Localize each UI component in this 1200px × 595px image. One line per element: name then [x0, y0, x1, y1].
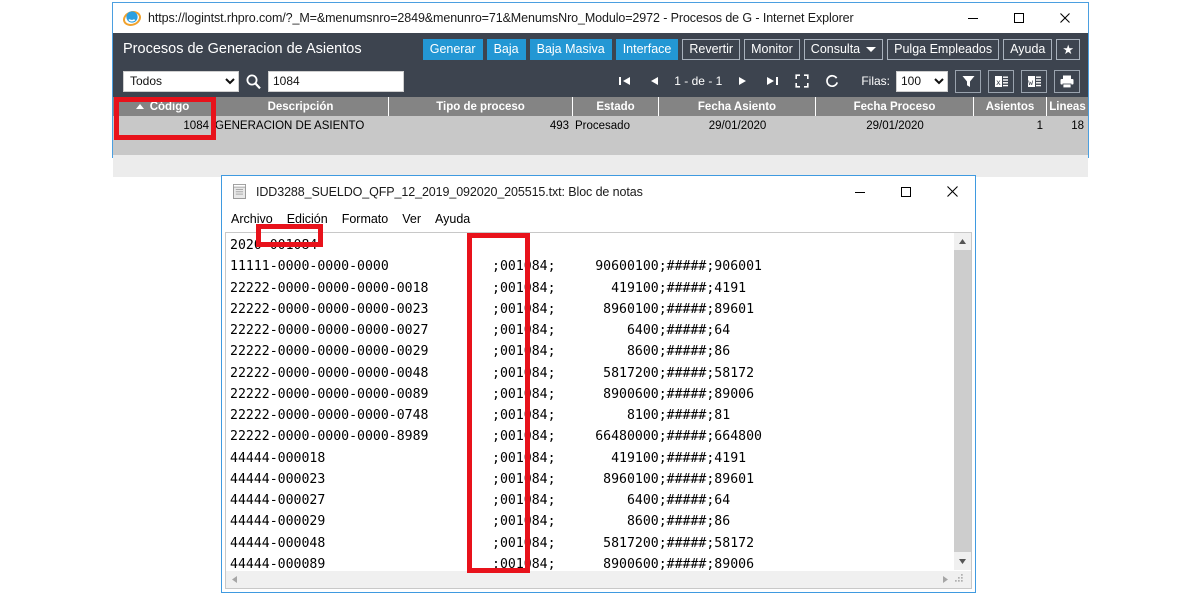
menu-ayuda[interactable]: Ayuda	[435, 212, 470, 226]
ie-window-title: https://logintst.rhpro.com/?_M=&menumsnr…	[148, 11, 854, 25]
notepad-window: IDD3288_SUELDO_QFP_12_2019_092020_205515…	[221, 175, 976, 593]
last-page-icon[interactable]	[757, 68, 787, 94]
cell-lineas: 18	[1071, 119, 1084, 132]
cell-descripcion: GENERACION DE ASIENTO	[215, 119, 365, 132]
vertical-scrollbar-thumb[interactable]	[954, 250, 971, 552]
page-title: Procesos de Generacion de Asientos	[123, 41, 362, 57]
notepad-menu-bar: Archivo Edición Formato Ver Ayuda	[222, 207, 975, 231]
menu-archivo[interactable]: Archivo	[231, 212, 273, 226]
cell-estado: Procesado	[575, 119, 630, 132]
baja-button[interactable]: Baja	[486, 38, 526, 60]
notepad-text-area-wrap: 2020 001084 11111-0000-0000-0000 ;001084…	[226, 233, 971, 570]
printer-button[interactable]	[1054, 69, 1080, 93]
notepad-icon	[231, 183, 248, 200]
notepad-title-bar: IDD3288_SUELDO_QFP_12_2019_092020_205515…	[222, 176, 975, 207]
generar-button[interactable]: Generar	[422, 38, 483, 60]
baja-masiva-button[interactable]: Baja Masiva	[529, 38, 612, 60]
horizontal-scrollbar[interactable]	[226, 570, 971, 588]
scroll-right-arrow[interactable]	[937, 571, 954, 588]
cell-codigo: 1084	[183, 119, 209, 132]
filter-select[interactable]: Todos	[123, 70, 239, 92]
vertical-scrollbar[interactable]	[953, 233, 971, 570]
column-header-estado[interactable]: Estado	[573, 97, 659, 116]
grid-header-row: Código Descripción Tipo de proceso Estad…	[113, 97, 1088, 116]
monitor-button[interactable]: Monitor	[744, 38, 800, 60]
table-row[interactable]: 1084 GENERACION DE ASIENTO 493 Procesado…	[113, 116, 1088, 135]
minimize-icon[interactable]	[950, 3, 996, 33]
ie-title-bar: https://logintst.rhpro.com/?_M=&menumsnr…	[113, 3, 1088, 33]
notepad-body: 2020 001084 11111-0000-0000-0000 ;001084…	[225, 232, 972, 589]
notepad-text-content[interactable]: 2020 001084 11111-0000-0000-0000 ;001084…	[226, 233, 953, 570]
notepad-window-title: IDD3288_SUELDO_QFP_12_2019_092020_205515…	[256, 184, 643, 199]
pager-label: 1 - de - 1	[674, 74, 723, 88]
interface-button[interactable]: Interface	[615, 38, 679, 60]
ie-window-controls	[950, 3, 1088, 33]
funnel-filter-button[interactable]	[955, 69, 981, 93]
star-icon: ★	[1062, 41, 1074, 57]
ayuda-button[interactable]: Ayuda	[1003, 38, 1053, 60]
column-header-codigo[interactable]: Código	[113, 97, 213, 116]
column-header-fecha-proceso[interactable]: Fecha Proceso	[816, 97, 974, 116]
prev-page-icon[interactable]	[639, 68, 669, 94]
word-export-button[interactable]: w	[1021, 69, 1047, 93]
results-grid: Código Descripción Tipo de proceso Estad…	[113, 97, 1088, 177]
refresh-icon[interactable]	[817, 68, 847, 94]
pager: 1 - de - 1 Filas: 100 x w	[609, 68, 1080, 94]
menu-edicion[interactable]: Edición	[287, 212, 328, 226]
menu-formato[interactable]: Formato	[342, 212, 389, 226]
app-header: Procesos de Generacion de Asientos Gener…	[113, 33, 1088, 65]
rows-per-page-group: Filas: 100	[861, 70, 948, 92]
scroll-down-arrow[interactable]	[954, 553, 971, 570]
column-header-descripcion[interactable]: Descripción	[213, 97, 389, 116]
column-header-tipo-de-proceso[interactable]: Tipo de proceso	[389, 97, 573, 116]
resize-grip-icon[interactable]	[954, 571, 971, 588]
minimize-icon[interactable]	[837, 176, 883, 207]
first-page-icon[interactable]	[609, 68, 639, 94]
sort-asc-arrow	[135, 104, 144, 109]
svg-text:x: x	[996, 78, 1001, 87]
close-icon[interactable]	[929, 176, 975, 207]
svg-text:w: w	[1028, 78, 1033, 87]
column-header-fecha-asiento[interactable]: Fecha Asiento	[659, 97, 816, 116]
scroll-left-arrow[interactable]	[226, 571, 243, 588]
next-page-icon[interactable]	[727, 68, 757, 94]
internet-explorer-icon	[123, 9, 141, 27]
grid-empty-area	[113, 135, 1088, 155]
scroll-up-arrow[interactable]	[954, 233, 971, 250]
cell-fecha-asiento: 29/01/2020	[708, 119, 767, 132]
maximize-icon[interactable]	[996, 3, 1042, 33]
rows-label: Filas:	[861, 74, 890, 88]
column-header-asientos[interactable]: Asientos	[974, 97, 1047, 116]
cell-fecha-proceso: 29/01/2020	[866, 119, 924, 132]
cell-asientos: 1	[1036, 119, 1043, 132]
menu-ver[interactable]: Ver	[402, 212, 421, 226]
favorite-star-button[interactable]: ★	[1056, 38, 1080, 60]
excel-export-button[interactable]: x	[988, 69, 1014, 93]
cell-tipo-de-proceso: 493	[549, 119, 569, 132]
chevron-down-icon	[866, 46, 877, 52]
grid-footer-area	[113, 155, 1088, 177]
search-input[interactable]	[268, 70, 404, 92]
notepad-window-controls	[837, 176, 975, 207]
rows-per-page-select[interactable]: 100	[896, 70, 948, 92]
column-header-lineas[interactable]: Lineas	[1047, 97, 1088, 116]
consulta-dropdown-button[interactable]: Consulta	[803, 38, 884, 60]
app-toolbar: Todos 1 - de - 1	[113, 65, 1088, 97]
close-icon[interactable]	[1042, 3, 1088, 33]
app-action-buttons: Generar Baja Baja Masiva Interface Rever…	[422, 38, 1080, 60]
pulga-empleados-button[interactable]: Pulga Empleados	[887, 38, 1000, 60]
expand-icon[interactable]	[787, 68, 817, 94]
maximize-icon[interactable]	[883, 176, 929, 207]
magnifier-icon[interactable]	[245, 73, 262, 90]
revertir-button[interactable]: Revertir	[682, 38, 741, 60]
internet-explorer-window: https://logintst.rhpro.com/?_M=&menumsnr…	[112, 2, 1089, 177]
